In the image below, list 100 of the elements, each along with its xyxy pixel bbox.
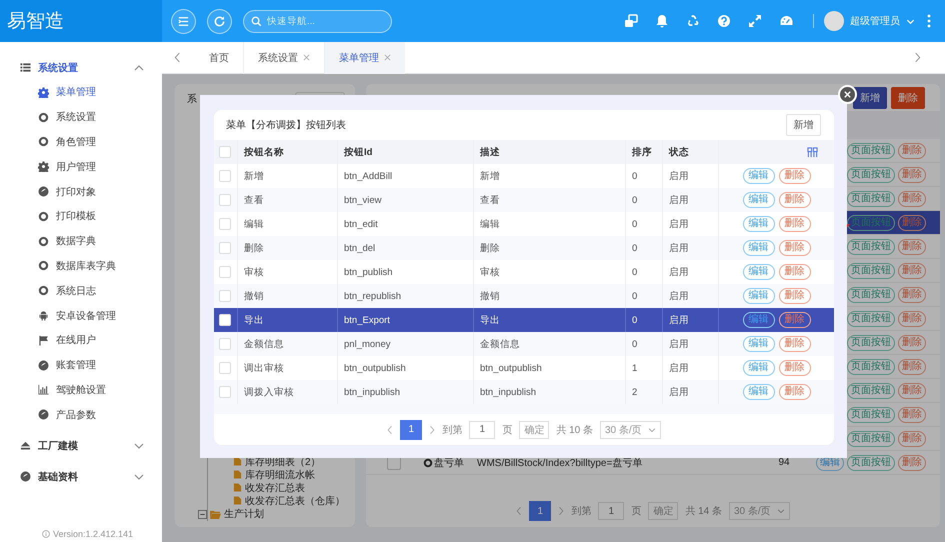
page-size-select[interactable]: 30 条/页 <box>600 420 661 438</box>
help-icon[interactable] <box>717 14 731 28</box>
recycle-icon[interactable] <box>686 14 700 28</box>
table-row[interactable]: 调拨入审核 btn_inpublish btn_inpublish 2 启用 编辑 删除 <box>214 380 834 404</box>
action-button[interactable]: 删除 <box>898 286 926 302</box>
checkbox[interactable] <box>219 338 231 350</box>
action-button[interactable]: 删除 <box>898 214 926 230</box>
action-button[interactable]: 删除 <box>898 358 926 374</box>
chevron-up-icon[interactable] <box>134 62 144 72</box>
action-button[interactable]: 删除 <box>898 262 926 278</box>
page-number[interactable]: 1 <box>529 501 552 521</box>
table-row[interactable]: 导出 btn_Export 导出 0 启用 编辑 删除 <box>214 308 834 332</box>
sidebar-group[interactable]: 系统设置 <box>0 55 162 80</box>
action-button[interactable]: 编辑 <box>742 240 774 256</box>
sidebar-item[interactable]: 数据库表字典 <box>0 254 162 278</box>
sidebar-item[interactable]: 菜单管理 <box>0 80 162 105</box>
action-button[interactable]: 删除 <box>778 336 810 352</box>
action-button[interactable]: 编辑 <box>742 312 774 328</box>
action-button[interactable]: 页面按钮 <box>847 190 895 206</box>
action-button[interactable]: 编辑 <box>742 216 774 232</box>
checkbox[interactable] <box>219 362 231 374</box>
menu-icon[interactable] <box>177 14 190 28</box>
avatar[interactable] <box>824 11 844 31</box>
action-button[interactable]: 页面按钮 <box>847 334 895 350</box>
toolbar-button[interactable]: 新增 <box>853 86 887 108</box>
chevron-down-icon[interactable] <box>134 440 144 451</box>
page-input[interactable]: 1 <box>469 420 496 438</box>
action-button[interactable]: 页面按钮 <box>847 142 895 158</box>
table-row[interactable]: 查看 btn_view 查看 0 启用 编辑 删除 <box>214 188 834 212</box>
table-row[interactable]: 撤销 btn_republish 撤销 0 启用 编辑 删除 <box>214 284 834 308</box>
bell-icon[interactable] <box>655 14 669 28</box>
menu-toggle-button[interactable] <box>171 8 196 34</box>
tree-item[interactable]: 收发存汇总表 <box>233 481 345 494</box>
tree-item[interactable]: 生产计划 <box>198 507 345 521</box>
action-button[interactable]: 编辑 <box>742 336 774 352</box>
columns-icon[interactable] <box>807 146 818 158</box>
action-button[interactable]: 页面按钮 <box>847 430 895 446</box>
sidebar-item[interactable]: 系统设置 <box>0 104 162 130</box>
sidebar-group[interactable]: 基础资料 <box>0 464 162 490</box>
action-button[interactable]: 页面按钮 <box>847 454 895 470</box>
action-button[interactable]: 删除 <box>778 192 810 208</box>
action-button[interactable]: 删除 <box>898 166 926 182</box>
user-name[interactable]: 超级管理员 <box>850 14 900 28</box>
action-button[interactable]: 页面按钮 <box>847 238 895 254</box>
checkbox[interactable] <box>219 218 231 230</box>
search-field[interactable]: 快速导航... <box>243 10 392 32</box>
toolbar-button[interactable]: 删除 <box>891 86 925 108</box>
expand-icon[interactable] <box>748 14 762 28</box>
sidebar-item[interactable]: 系统日志 <box>0 278 162 304</box>
checkbox[interactable] <box>219 170 231 182</box>
tree-item[interactable]: 库存明细流水帐 <box>233 468 345 481</box>
action-button[interactable]: 页面按钮 <box>847 382 895 398</box>
next-page-icon[interactable] <box>429 424 436 434</box>
sidebar-item[interactable]: 用户管理 <box>0 154 162 180</box>
page-input[interactable]: 1 <box>598 502 624 520</box>
action-button[interactable]: 删除 <box>778 216 810 232</box>
chevron-down-icon[interactable] <box>648 426 656 434</box>
action-button[interactable]: 删除 <box>898 382 926 398</box>
sidebar-item[interactable]: 驾驶舱设置 <box>0 378 162 402</box>
action-button[interactable]: 删除 <box>898 190 926 206</box>
action-button[interactable]: 页面按钮 <box>847 310 895 326</box>
action-button[interactable]: 删除 <box>778 288 810 304</box>
add-button[interactable]: 新增 <box>786 114 821 136</box>
chevron-down-icon[interactable] <box>776 507 785 515</box>
action-button[interactable]: 页面按钮 <box>847 262 895 278</box>
action-button[interactable]: 删除 <box>898 430 926 446</box>
refresh-button[interactable] <box>207 8 232 34</box>
action-button[interactable]: 编辑 <box>742 264 774 280</box>
scroll-right-icon[interactable] <box>914 52 921 63</box>
checkbox[interactable] <box>219 266 231 278</box>
action-button[interactable]: 删除 <box>778 240 810 256</box>
checkbox[interactable] <box>219 386 231 398</box>
sidebar-item[interactable]: 数据字典 <box>0 228 162 254</box>
action-button[interactable]: 页面按钮 <box>847 286 895 302</box>
confirm-button[interactable]: 确定 <box>648 502 678 520</box>
scroll-left-icon[interactable] <box>174 52 181 63</box>
table-row[interactable]: 金额信息 pnl_money 金额信息 0 启用 编辑 删除 <box>214 332 834 356</box>
sidebar-item[interactable]: 在线用户 <box>0 328 162 353</box>
checkbox[interactable] <box>219 194 231 206</box>
more-icon[interactable] <box>927 14 931 28</box>
previous-page-icon[interactable] <box>387 424 394 434</box>
checkbox[interactable] <box>219 146 231 158</box>
confirm-button[interactable]: 确定 <box>519 420 550 438</box>
action-button[interactable]: 删除 <box>898 454 926 470</box>
action-button[interactable]: 编辑 <box>742 168 774 184</box>
checkbox[interactable] <box>219 242 231 254</box>
action-button[interactable]: 删除 <box>778 312 810 328</box>
action-button[interactable]: 编辑 <box>742 384 774 400</box>
sidebar-item[interactable]: 安卓设备管理 <box>0 303 162 328</box>
action-button[interactable]: 删除 <box>898 238 926 254</box>
checkbox[interactable] <box>219 290 231 302</box>
page-size-select[interactable]: 30 条/页 <box>729 502 790 520</box>
sidebar-item[interactable]: 打印模板 <box>0 204 162 229</box>
sidebar-item[interactable]: 角色管理 <box>0 130 162 154</box>
tab[interactable]: 菜单管理 <box>325 42 405 74</box>
action-button[interactable]: 删除 <box>898 142 926 158</box>
collapse-icon[interactable] <box>198 510 207 518</box>
gauge-icon[interactable] <box>779 14 794 28</box>
action-button[interactable]: 编辑 <box>742 288 774 304</box>
checkbox[interactable] <box>219 314 231 326</box>
